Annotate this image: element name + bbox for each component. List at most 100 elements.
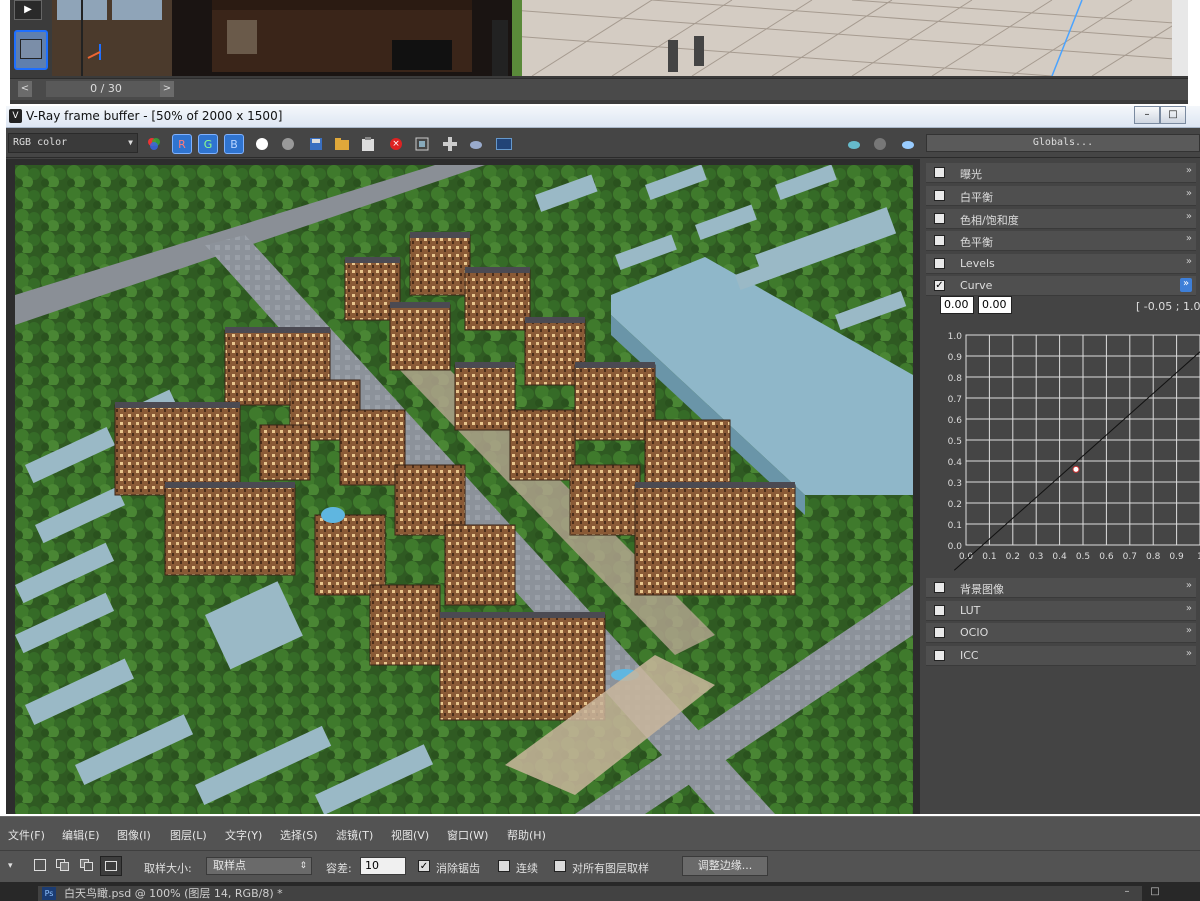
- correction-row-lut[interactable]: LUT »: [926, 601, 1196, 621]
- curve-x-input[interactable]: 0.00: [940, 296, 974, 314]
- intersect-selection-icon[interactable]: [100, 856, 122, 876]
- prev-frame-button[interactable]: <: [18, 81, 32, 97]
- tolerance-input[interactable]: 10: [360, 857, 406, 875]
- expand-icon[interactable]: »: [1186, 580, 1192, 591]
- correction-row-ocio[interactable]: OCIO »: [926, 623, 1196, 643]
- expand-icon[interactable]: »: [1186, 603, 1192, 614]
- subtract-selection-icon[interactable]: [80, 859, 94, 871]
- contiguous-checkbox[interactable]: [498, 860, 510, 872]
- render-teapot-icon[interactable]: [844, 134, 864, 154]
- vray-logo-icon: V: [9, 109, 22, 123]
- correction-row-white-balance[interactable]: 白平衡 »: [926, 186, 1196, 206]
- white-balance-checkbox[interactable]: [934, 190, 945, 201]
- curve-y-input[interactable]: 0.00: [978, 296, 1012, 314]
- vfb-title-bar[interactable]: V V-Ray frame buffer - [50% of 2000 x 15…: [6, 106, 1200, 128]
- expand-icon[interactable]: »: [1186, 256, 1192, 267]
- x-tick-label: 0.6: [1099, 552, 1114, 562]
- menu-file[interactable]: 文件(F): [8, 827, 45, 843]
- track-mouse-icon[interactable]: [440, 134, 460, 154]
- save-icon[interactable]: [306, 134, 326, 154]
- correction-row-background[interactable]: 背景图像 »: [926, 578, 1196, 598]
- viewport-toggle-button[interactable]: [14, 30, 48, 70]
- ocio-checkbox[interactable]: [934, 627, 945, 638]
- lut-label: LUT: [960, 604, 981, 617]
- menu-image[interactable]: 图像(I): [117, 827, 151, 843]
- time-slider[interactable]: < 0 / 30 >: [10, 78, 1188, 100]
- interactive-render-icon[interactable]: [898, 134, 918, 154]
- expand-icon[interactable]: »: [1186, 211, 1192, 222]
- red-channel-button[interactable]: R: [172, 134, 192, 154]
- collapse-icon[interactable]: »: [1180, 278, 1192, 292]
- lut-checkbox[interactable]: [934, 605, 945, 616]
- frame-indicator[interactable]: 0 / 30: [46, 81, 166, 97]
- curve-editor[interactable]: 1.0 0.9 0.8 0.7 0.6 0.5 0.4 0.3 0.2 0.1 0.0 0.0 0.1 0…: [926, 325, 1200, 575]
- expand-icon[interactable]: »: [1186, 188, 1192, 199]
- color-balance-checkbox[interactable]: [934, 235, 945, 246]
- vfb-title: V-Ray frame buffer - [50% of 2000 x 1500…: [26, 109, 283, 123]
- vray-frame-buffer-window: V V-Ray frame buffer - [50% of 2000 x 15…: [6, 106, 1200, 814]
- background-checkbox[interactable]: [934, 582, 945, 593]
- y-tick-label: 1.0: [948, 332, 963, 342]
- clear-icon[interactable]: ×: [386, 134, 406, 154]
- stop-render-icon[interactable]: [870, 134, 890, 154]
- maximize-button[interactable]: □: [1160, 106, 1186, 124]
- y-tick-label: 0.7: [948, 395, 962, 405]
- channel-dropdown[interactable]: RGB color ▼: [8, 133, 138, 153]
- curve-control-point: [1072, 465, 1080, 473]
- refine-edge-button[interactable]: 调整边缘...: [682, 856, 768, 876]
- antialias-checkbox[interactable]: ✓: [418, 860, 430, 872]
- render-region-icon[interactable]: [412, 134, 432, 154]
- play-button[interactable]: ▶: [14, 0, 42, 20]
- white-circle-icon[interactable]: [252, 134, 272, 154]
- new-selection-icon[interactable]: [34, 859, 46, 871]
- tolerance-label: 容差:: [326, 862, 352, 875]
- document-tab[interactable]: Ps 白天鸟瞰.psd @ 100% (图层 14, RGB/8) *: [38, 886, 1142, 901]
- add-selection-icon[interactable]: [56, 859, 70, 871]
- exposure-checkbox[interactable]: [934, 167, 945, 178]
- all-layers-checkbox[interactable]: [554, 860, 566, 872]
- menu-layer[interactable]: 图层(L): [170, 827, 207, 843]
- levels-checkbox[interactable]: [934, 258, 945, 269]
- rendered-image[interactable]: [15, 165, 913, 814]
- history-icon[interactable]: [494, 134, 514, 154]
- minimize-doc-button[interactable]: –: [1116, 886, 1138, 901]
- icc-checkbox[interactable]: [934, 650, 945, 661]
- expand-icon[interactable]: »: [1186, 233, 1192, 244]
- menu-filter[interactable]: 滤镜(T): [336, 827, 373, 843]
- correction-row-levels[interactable]: Levels »: [926, 254, 1196, 274]
- menu-edit[interactable]: 编辑(E): [62, 827, 100, 843]
- gray-circle-icon[interactable]: [278, 134, 298, 154]
- hue-saturation-checkbox[interactable]: [934, 213, 945, 224]
- folder-icon[interactable]: [332, 134, 352, 154]
- menu-view[interactable]: 视图(V): [391, 827, 429, 843]
- max-viewport[interactable]: [52, 0, 1188, 76]
- tool-preset-chevron-icon[interactable]: ▾: [8, 861, 13, 871]
- x-tick-label: 0.3: [1029, 552, 1043, 562]
- clipboard-icon[interactable]: [358, 134, 378, 154]
- expand-icon[interactable]: »: [1186, 165, 1192, 176]
- green-channel-button[interactable]: G: [198, 134, 218, 154]
- menu-window[interactable]: 窗口(W): [447, 827, 488, 843]
- sample-size-select[interactable]: 取样点 ⇕: [206, 857, 312, 875]
- blue-channel-label: B: [230, 137, 238, 151]
- color-wheel-icon[interactable]: [144, 134, 164, 154]
- teapot-render-icon[interactable]: [466, 134, 486, 154]
- correction-row-exposure[interactable]: 曝光 »: [926, 163, 1196, 183]
- menu-select[interactable]: 选择(S): [280, 827, 318, 843]
- menu-type[interactable]: 文字(Y): [225, 827, 262, 843]
- correction-row-curve[interactable]: ✓ Curve »: [926, 276, 1196, 296]
- blue-channel-button[interactable]: B: [224, 134, 244, 154]
- restore-doc-button[interactable]: □: [1144, 886, 1166, 901]
- next-frame-button[interactable]: >: [160, 81, 174, 97]
- globals-button[interactable]: Globals...: [926, 134, 1200, 152]
- expand-icon[interactable]: »: [1186, 625, 1192, 636]
- correction-row-icc[interactable]: ICC »: [926, 646, 1196, 666]
- minimize-button[interactable]: –: [1134, 106, 1160, 124]
- curve-checkbox[interactable]: ✓: [934, 280, 945, 291]
- x-tick-label: 0.9: [1169, 552, 1184, 562]
- all-layers-label: 对所有图层取样: [572, 862, 649, 875]
- correction-row-hue-saturation[interactable]: 色相/饱和度 »: [926, 209, 1196, 229]
- correction-row-color-balance[interactable]: 色平衡 »: [926, 231, 1196, 251]
- expand-icon[interactable]: »: [1186, 648, 1192, 659]
- menu-help[interactable]: 帮助(H): [507, 827, 546, 843]
